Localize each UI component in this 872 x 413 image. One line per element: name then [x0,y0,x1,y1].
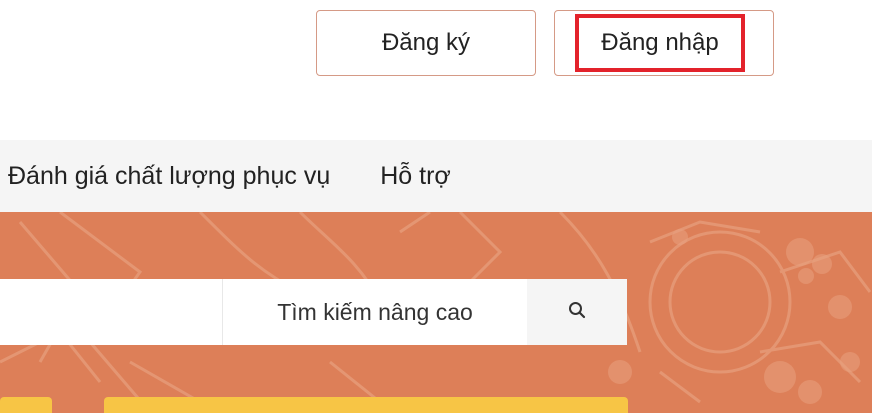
filter-box-left[interactable] [0,397,52,413]
advanced-search-button[interactable]: Tìm kiếm nâng cao [222,279,527,345]
advanced-search-label: Tìm kiếm nâng cao [277,298,473,325]
top-bar: Đăng ký Đăng nhập [0,0,872,140]
login-button[interactable]: Đăng nhập [554,10,774,76]
nav-item-service-quality[interactable]: Đánh giá chất lượng phục vụ [8,162,330,191]
login-label: Đăng nhập [601,29,719,56]
login-highlight-box: Đăng nhập [575,14,745,72]
main-navigation: Đánh giá chất lượng phục vụ Hỗ trợ [0,140,872,212]
nav-item-support[interactable]: Hỗ trợ [380,162,451,191]
filter-box-right[interactable] [104,397,628,413]
search-icon [568,301,586,324]
register-button[interactable]: Đăng ký [316,10,536,76]
search-input[interactable] [0,279,222,345]
register-label: Đăng ký [381,29,471,56]
hero-banner: Tìm kiếm nâng cao [0,212,872,413]
search-button[interactable] [527,279,627,345]
